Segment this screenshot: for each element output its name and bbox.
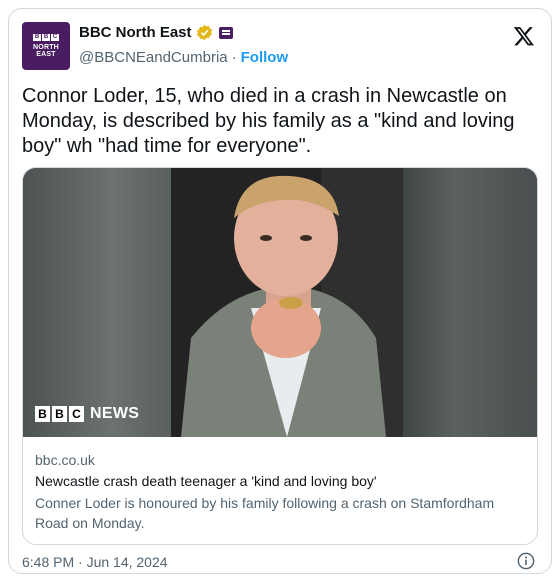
separator: · xyxy=(231,49,237,66)
watermark-letter: B xyxy=(52,406,67,422)
link-domain: bbc.co.uk xyxy=(35,452,95,468)
organization-badge-icon xyxy=(218,26,233,39)
bbc-news-watermark: B B C NEWS xyxy=(35,405,139,423)
watermark-letter: B xyxy=(35,406,50,422)
teen-portrait-image xyxy=(171,168,403,437)
avatar[interactable]: B B C NORTH EAST xyxy=(22,22,70,70)
link-preview-card[interactable]: B B C NEWS bbc.co.uk Newcastle crash dea… xyxy=(22,167,538,545)
avatar-text-line2: EAST xyxy=(36,51,56,58)
follow-button[interactable]: Follow xyxy=(241,49,289,66)
verified-badge-icon xyxy=(196,24,212,41)
avatar-letter: C xyxy=(51,34,59,41)
link-info[interactable]: bbc.co.uk Newcastle crash death teenager… xyxy=(23,437,537,533)
avatar-letter: B xyxy=(33,34,41,41)
display-name[interactable]: BBC North East xyxy=(79,24,192,41)
tweet-text: Connor Loder, 15, who died in a crash in… xyxy=(22,85,515,157)
watermark-word: NEWS xyxy=(90,405,140,422)
watermark-letter: C xyxy=(69,406,84,422)
x-logo-icon[interactable] xyxy=(513,25,535,47)
tweet-embed-card: B B C NORTH EAST BBC North East @BBCNEan… xyxy=(8,8,552,574)
avatar-text-line1: NORTH xyxy=(33,44,59,51)
account-handle[interactable]: @BBCNEandCumbria xyxy=(79,49,228,66)
link-description: Conner Loder is honoured by his family f… xyxy=(35,495,495,531)
info-icon[interactable] xyxy=(517,552,535,570)
account-name-row: BBC North East xyxy=(79,24,233,41)
tweet-timestamp[interactable]: 6:48 PM · Jun 14, 2024 xyxy=(22,554,168,570)
link-title: Newcastle crash death teenager a 'kind a… xyxy=(35,473,377,489)
handle-row: @BBCNEandCumbria · Follow xyxy=(79,49,288,66)
avatar-letter: B xyxy=(42,34,50,41)
article-photo[interactable]: B B C NEWS xyxy=(23,168,537,437)
